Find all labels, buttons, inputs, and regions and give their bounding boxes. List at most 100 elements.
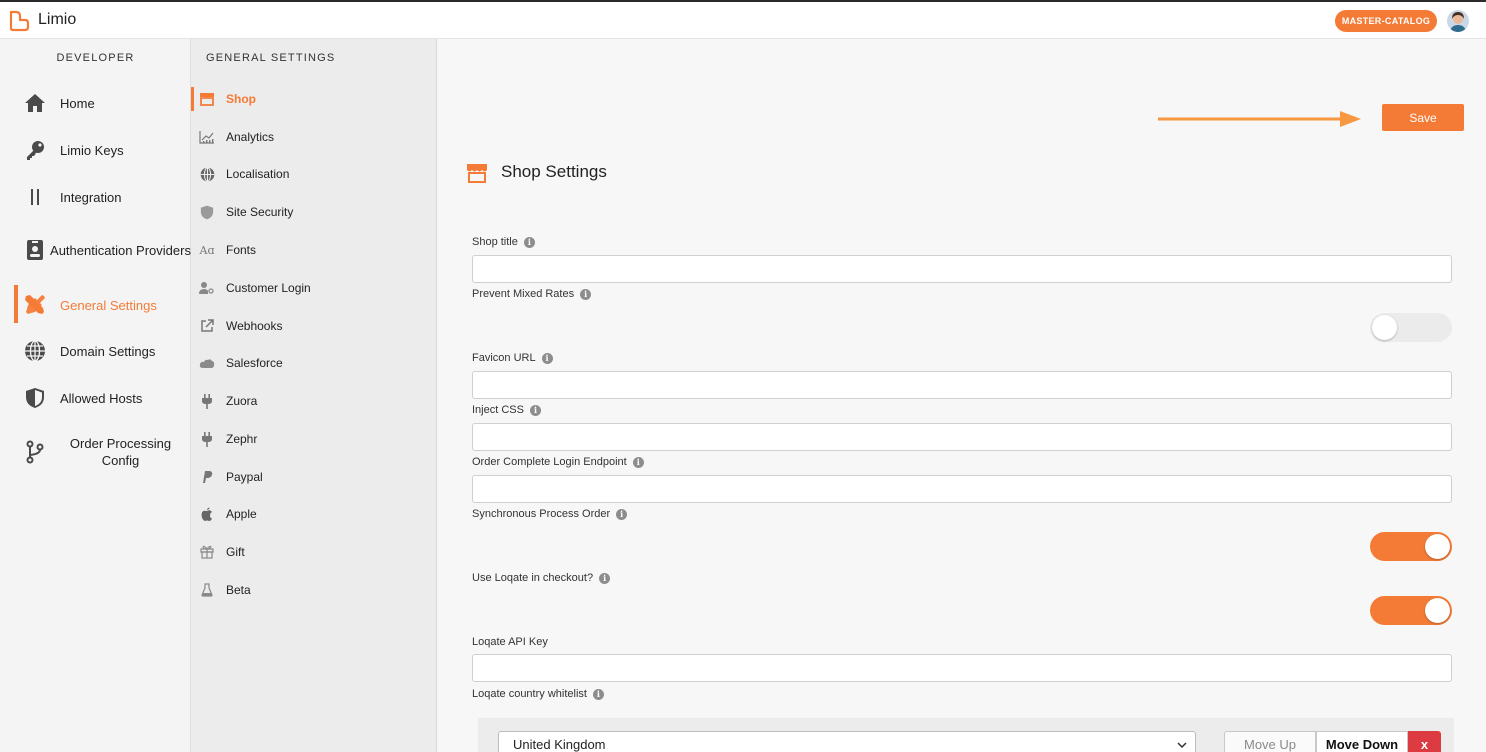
subnav-item-label: Shop: [226, 92, 256, 106]
shield-icon: [23, 386, 47, 410]
subnav-item-label: Fonts: [226, 243, 257, 257]
field-label: Inject CSS: [472, 404, 524, 416]
shop-title-input[interactable]: [472, 255, 1452, 283]
subnav-item-apple[interactable]: Apple: [191, 499, 437, 529]
field-label: Prevent Mixed Rates: [472, 288, 575, 300]
subnav-item-label: Zuora: [226, 394, 258, 408]
subnav-item-label: Gift: [226, 545, 245, 559]
shop-icon: [199, 91, 215, 107]
integration-icon: [23, 185, 47, 209]
subnav-item-customer-login[interactable]: Customer Login: [191, 273, 437, 303]
subnav-item-gift[interactable]: Gift: [191, 537, 437, 567]
avatar[interactable]: [1447, 10, 1469, 32]
subnav-item-analytics[interactable]: Analytics: [191, 122, 437, 152]
sidebar-item-limio-keys[interactable]: Limio Keys: [0, 130, 191, 170]
synchronous-process-order-toggle[interactable]: [1370, 532, 1452, 561]
info-icon[interactable]: i: [541, 352, 553, 364]
user-key-icon: [199, 280, 215, 296]
info-icon[interactable]: i: [580, 288, 592, 300]
subnav-item-zephr[interactable]: Zephr: [191, 424, 437, 454]
sidebar-item-label: Authentication Providers: [50, 242, 191, 258]
limio-logo-icon[interactable]: [8, 10, 30, 32]
key-icon: [23, 138, 47, 162]
subnav-item-label: Webhooks: [226, 319, 283, 333]
sidebar-item-allowed-hosts[interactable]: Allowed Hosts: [0, 378, 191, 418]
subnav-item-localisation[interactable]: Localisation: [191, 159, 437, 189]
subnav-item-label: Analytics: [226, 130, 275, 144]
subnav-item-beta[interactable]: Beta: [191, 575, 437, 605]
move-down-button[interactable]: Move Down: [1316, 731, 1408, 752]
subnav-item-fonts[interactable]: Aɑ Fonts: [191, 235, 437, 265]
sidebar-item-integration[interactable]: Integration: [0, 177, 191, 217]
home-icon: [23, 91, 47, 115]
sidebar-item-home[interactable]: Home: [0, 83, 191, 123]
info-icon[interactable]: i: [616, 508, 628, 520]
info-icon[interactable]: i: [523, 236, 535, 248]
loqate-country-whitelist-label: Loqate country whitelist i: [472, 688, 604, 700]
cloud-icon: [199, 355, 215, 371]
tools-icon: [23, 293, 47, 317]
subnav-item-label: Site Security: [226, 205, 294, 219]
flask-icon: [199, 582, 215, 598]
subnav-item-label: Beta: [226, 583, 251, 597]
toggle-knob: [1372, 315, 1397, 340]
sidebar-item-label: Limio Keys: [60, 142, 124, 158]
sidebar-heading: DEVELOPER: [56, 52, 135, 64]
info-icon[interactable]: i: [632, 456, 644, 468]
subnav-item-webhooks[interactable]: Webhooks: [191, 311, 437, 341]
subnav-item-site-security[interactable]: Site Security: [191, 197, 437, 227]
shield-icon: [199, 204, 215, 220]
inject-css-input[interactable]: [472, 423, 1452, 451]
subnav-heading: GENERAL SETTINGS: [206, 52, 336, 64]
info-icon[interactable]: i: [529, 404, 541, 416]
field-label: Loqate API Key: [472, 636, 548, 648]
shop-title-label: Shop title i: [472, 236, 535, 248]
country-select[interactable]: United Kingdom: [498, 731, 1196, 752]
plug-icon: [199, 431, 215, 447]
subnav-item-label: Paypal: [226, 470, 263, 484]
sidebar-item-domain-settings[interactable]: Domain Settings: [0, 331, 191, 371]
font-icon: Aɑ: [199, 243, 215, 257]
developer-sidebar: DEVELOPER Home Limio Keys Integration Au…: [0, 39, 191, 752]
subnav-item-label: Salesforce: [226, 356, 283, 370]
app-title: Limio: [38, 11, 77, 28]
toggle-knob: [1425, 598, 1450, 623]
loqate-api-key-label: Loqate API Key: [472, 636, 548, 648]
info-icon[interactable]: i: [599, 572, 611, 584]
prevent-mixed-rates-label: Prevent Mixed Rates i: [472, 288, 592, 300]
use-loqate-label: Use Loqate in checkout? i: [472, 572, 611, 584]
sidebar-item-authentication-providers[interactable]: Authentication Providers: [0, 230, 191, 270]
external-link-icon: [199, 318, 215, 334]
branch-icon: [23, 440, 47, 464]
subnav-item-zuora[interactable]: Zuora: [191, 386, 437, 416]
toggle-knob: [1425, 534, 1450, 559]
country-select-value: United Kingdom: [513, 737, 606, 752]
section-title: Shop Settings: [501, 162, 607, 181]
sidebar-item-order-processing-config[interactable]: Order Processing Config: [0, 432, 191, 472]
catalog-badge[interactable]: MASTER-CATALOG: [1335, 10, 1437, 32]
general-settings-subnav: GENERAL SETTINGS Shop Analytics Localisa…: [191, 39, 437, 752]
info-icon[interactable]: i: [592, 688, 604, 700]
subnav-item-label: Customer Login: [226, 281, 311, 295]
delete-button[interactable]: x: [1408, 731, 1441, 752]
move-up-button[interactable]: Move Up: [1224, 731, 1316, 752]
subnav-item-shop[interactable]: Shop: [191, 84, 437, 114]
subnav-item-label: Apple: [226, 507, 257, 521]
subnav-item-label: Zephr: [226, 432, 258, 446]
loqate-api-key-input[interactable]: [472, 654, 1452, 682]
order-complete-login-endpoint-input[interactable]: [472, 475, 1452, 503]
sidebar-item-general-settings[interactable]: General Settings: [0, 285, 191, 325]
use-loqate-toggle[interactable]: [1370, 596, 1452, 625]
sidebar-item-label: General Settings: [60, 297, 157, 313]
sidebar-item-label: Home: [60, 95, 95, 111]
chevron-down-icon: [1177, 742, 1187, 749]
globe-icon: [23, 339, 47, 363]
save-button[interactable]: Save: [1382, 104, 1464, 131]
top-bar: Limio MASTER-CATALOG: [0, 0, 1486, 39]
field-label: Shop title: [472, 236, 518, 248]
subnav-item-paypal[interactable]: Paypal: [191, 462, 437, 492]
prevent-mixed-rates-toggle[interactable]: [1370, 313, 1452, 342]
subnav-item-salesforce[interactable]: Salesforce: [191, 348, 437, 378]
favicon-url-input[interactable]: [472, 371, 1452, 399]
shop-settings-panel: Save Shop Settings Shop title i Prevent …: [438, 39, 1486, 752]
